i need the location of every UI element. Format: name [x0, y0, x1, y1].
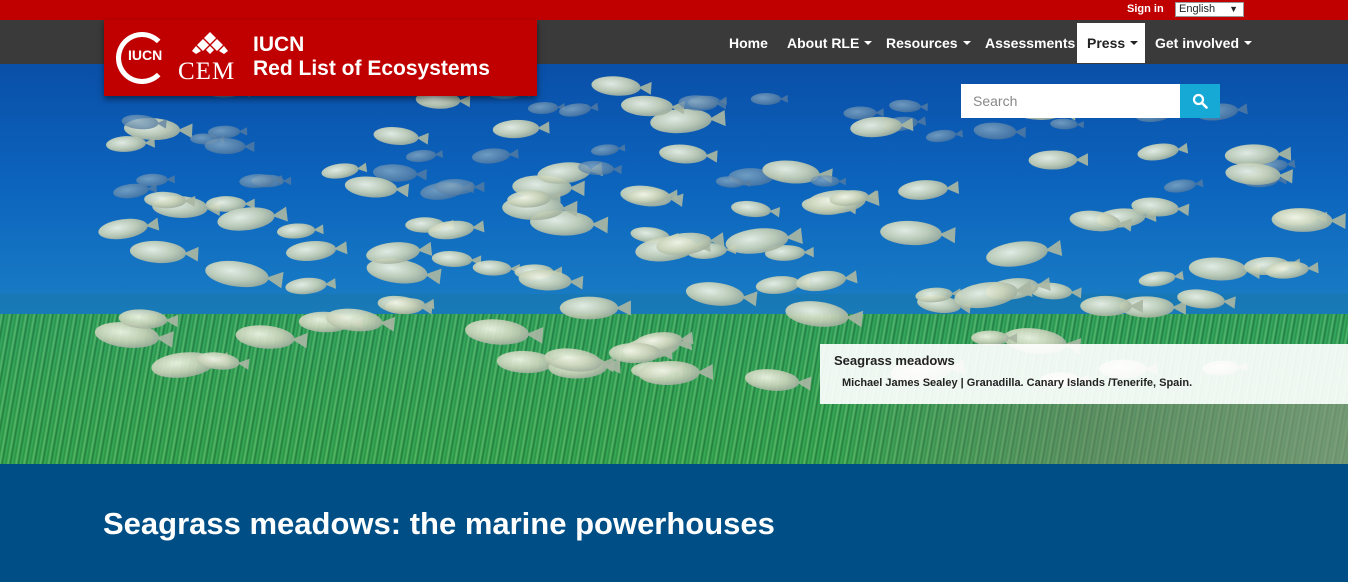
nav-press-label: Press: [1087, 35, 1126, 51]
fish: [1271, 207, 1333, 233]
nav-about-rle[interactable]: About RLE: [777, 23, 882, 63]
fish: [518, 268, 573, 293]
fish: [207, 125, 241, 139]
fish: [405, 148, 437, 164]
fish: [620, 94, 674, 117]
fish: [559, 296, 631, 320]
nav-press[interactable]: Press: [1077, 23, 1145, 63]
search-input[interactable]: [961, 84, 1180, 118]
nav-assessments[interactable]: Assessments: [975, 23, 1085, 63]
sand-patch: [828, 404, 1348, 464]
fish: [129, 239, 187, 265]
fish: [285, 239, 337, 264]
fish: [1028, 149, 1078, 170]
nav-assessments-label: Assessments: [985, 35, 1076, 51]
fish: [730, 199, 773, 220]
fish: [492, 119, 540, 140]
fish: [1188, 255, 1248, 282]
fish: [527, 100, 559, 115]
nav-get-involved-label: Get involved: [1155, 35, 1240, 51]
cem-logo-icon: [192, 32, 228, 54]
fish: [372, 124, 419, 147]
logo-title-line1: IUCN: [253, 33, 305, 56]
fish: [897, 178, 949, 202]
fish: [879, 219, 943, 247]
fish: [591, 74, 642, 97]
fish: [276, 222, 316, 240]
fish: [143, 190, 187, 209]
cem-logo-text: CEM: [178, 58, 236, 85]
hero-caption: Seagrass meadows Michael James Sealey | …: [820, 344, 1348, 404]
dropdown-arrow-icon: ▼: [1229, 4, 1238, 14]
nav-home[interactable]: Home: [719, 23, 778, 63]
fish: [809, 175, 840, 188]
fish: [472, 259, 512, 276]
search-button[interactable]: [1180, 84, 1220, 118]
fish: [1137, 269, 1177, 289]
fish: [794, 268, 847, 294]
fish: [1136, 141, 1180, 163]
sign-in-link[interactable]: Sign in: [1127, 3, 1164, 15]
page-title: Seagrass meadows: the marine powerhouses: [103, 506, 775, 541]
nav-resources-label: Resources: [886, 35, 958, 51]
fish: [203, 257, 271, 291]
fish: [1163, 178, 1197, 195]
title-band: Seagrass meadows: the marine powerhouses: [0, 464, 1348, 582]
fish: [434, 178, 476, 195]
fish: [925, 128, 957, 144]
fish: [97, 216, 150, 243]
fish: [285, 276, 328, 296]
fish: [973, 121, 1017, 141]
fish: [106, 135, 147, 153]
nav-about-rle-label: About RLE: [787, 35, 860, 51]
caret-down-icon: [864, 41, 873, 45]
fish: [889, 98, 922, 113]
logo-title-line2: Red List of Ecosystems: [253, 57, 490, 80]
caret-down-icon: [962, 41, 971, 45]
fish: [470, 146, 511, 165]
caret-down-icon: [1130, 41, 1139, 45]
hero-image: [0, 64, 1348, 464]
iucn-logo-text: IUCN: [128, 47, 163, 63]
fish: [204, 137, 247, 155]
caption-credit: Michael James Sealey | Granadilla. Canar…: [842, 377, 1193, 389]
language-value: English: [1179, 3, 1216, 15]
fish: [590, 143, 620, 157]
nav-get-involved[interactable]: Get involved: [1145, 23, 1262, 63]
fish: [984, 237, 1050, 271]
nav-resources[interactable]: Resources: [876, 23, 981, 63]
fish: [431, 249, 473, 268]
search-icon: [1192, 93, 1208, 109]
language-select[interactable]: English ▼: [1175, 2, 1244, 17]
fish: [750, 92, 782, 105]
fish: [754, 273, 801, 296]
caret-down-icon: [1244, 41, 1253, 45]
caption-title: Seagrass meadows: [834, 353, 955, 368]
fish: [1080, 295, 1132, 317]
fish: [658, 142, 708, 165]
site-logo[interactable]: IUCN CEM IUCN Red List of Ecosystems: [104, 20, 537, 96]
nav-home-label: Home: [729, 35, 768, 51]
